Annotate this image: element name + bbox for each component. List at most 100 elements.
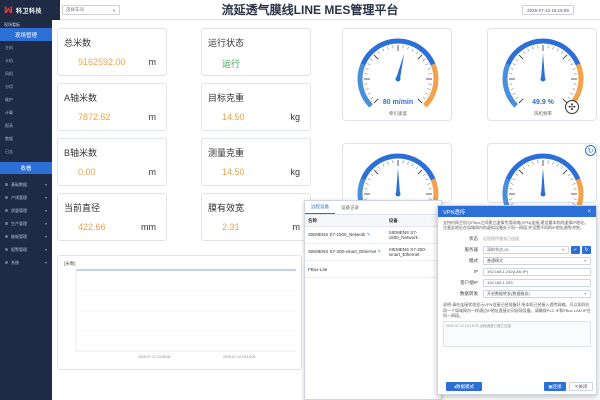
sidebar-menu-label: 系统 bbox=[11, 259, 19, 265]
sidebar-menu[interactable]: 产线管理 ▾ bbox=[0, 191, 52, 204]
vpn-field-input[interactable]: 192.168.1.242(LAN IP) bbox=[483, 267, 591, 276]
gauge-tick bbox=[365, 68, 369, 70]
edit-icon[interactable]: ✎ bbox=[378, 249, 382, 254]
sidebar-item[interactable]: 主机 bbox=[0, 41, 52, 54]
vpn-field-input[interactable]: 开启数据转发(数据服务) ▼ bbox=[483, 289, 591, 298]
sidebar-section-title: 现场看板 bbox=[4, 22, 20, 27]
sidebar-item[interactable]: 分切 bbox=[0, 80, 52, 93]
gauge-tick bbox=[425, 178, 429, 181]
metric-unit: mm bbox=[141, 222, 156, 232]
device-name-cell: SIEMENS S7-200-smart_Ethernet ✎ bbox=[305, 249, 386, 255]
gauge-tick bbox=[377, 51, 380, 55]
gauge-needle bbox=[541, 168, 545, 194]
gauge-tick bbox=[518, 98, 524, 104]
connect-button[interactable]: ▣ 连接 bbox=[544, 382, 566, 391]
metric-card: 测量克重 14.50 kg bbox=[201, 138, 311, 186]
gauge-tick bbox=[370, 58, 374, 61]
menu-dot-icon bbox=[5, 261, 8, 264]
table-row[interactable]: SIEMENS S7-1500_Network ✎ SIEMENS S7-1500… bbox=[305, 227, 441, 244]
remote-table-header: 名称 设备 bbox=[305, 215, 441, 227]
chevron-down-icon: ▾ bbox=[44, 234, 47, 239]
menu-dot-icon bbox=[5, 235, 8, 238]
gauge-tick bbox=[416, 51, 419, 55]
sidebar-menu[interactable]: 生产管理 ▾ bbox=[0, 217, 52, 230]
gauge-tick bbox=[567, 173, 571, 176]
gauge-tick bbox=[427, 68, 431, 70]
gauge-value: 80 m/min bbox=[383, 99, 413, 106]
gauge-tick bbox=[417, 169, 423, 175]
chevron-down-icon: ▾ bbox=[44, 208, 47, 213]
device-cell: SIEMENS S7-1500_Network bbox=[388, 230, 418, 240]
confirm-icon[interactable]: ✓ bbox=[571, 245, 580, 254]
device-name-cell: FBox-Lite bbox=[305, 267, 386, 272]
meter-chart: 2025-07-12 13:59:00 2025-07-12 15:15:00 bbox=[75, 269, 296, 359]
data-mode-label: 数据模式 bbox=[456, 383, 475, 389]
gauge-tick bbox=[562, 54, 568, 60]
column-header: 名称 bbox=[308, 217, 317, 223]
data-mode-button[interactable]: ◂ 数据模式 bbox=[446, 382, 482, 391]
metric-unit: kg bbox=[290, 112, 300, 122]
refresh-icon[interactable]: ↻ bbox=[585, 145, 596, 156]
vpn-field-input[interactable]: 192.168.1.253 bbox=[483, 278, 591, 287]
sidebar-item[interactable]: 卡机 bbox=[0, 54, 52, 67]
metric-value: 14.50 bbox=[222, 112, 245, 122]
sidebar-item[interactable]: 风机 bbox=[0, 67, 52, 80]
workshop-select[interactable]: 选择车间 ▼ bbox=[62, 5, 120, 15]
gauge-tick bbox=[556, 48, 559, 52]
sidebar-item[interactable]: 报表 bbox=[0, 119, 52, 132]
sidebar-menu-label: 产线管理 bbox=[11, 194, 27, 200]
vpn-field-input[interactable]: 普通模式 ▼ bbox=[483, 256, 591, 265]
tab-remote-devices[interactable]: 远程设备 bbox=[305, 201, 335, 214]
metric-unit: m bbox=[148, 167, 157, 177]
workshop-select-value: 选择车间 bbox=[66, 7, 84, 12]
menu-dot-icon bbox=[5, 222, 8, 225]
datetime-display: 2025-07-12 15:15:59 bbox=[522, 5, 574, 15]
gauge-tick bbox=[572, 88, 576, 90]
gauge-hub bbox=[540, 76, 546, 82]
gauge-tick bbox=[417, 54, 423, 60]
gauge-arc bbox=[502, 63, 518, 108]
edit-icon[interactable]: ✎ bbox=[367, 232, 371, 237]
metric-card: 当前直径 422.66 mm bbox=[57, 193, 167, 241]
gauge-tick bbox=[515, 58, 519, 61]
tab-device-records[interactable]: 设备记录 bbox=[335, 202, 365, 214]
device-name: SIEMENS S7-200-smart_Ethernet bbox=[308, 249, 377, 254]
table-row[interactable]: FBox-Lite bbox=[305, 261, 441, 278]
gauge-tick bbox=[407, 161, 409, 165]
menu-dot-icon bbox=[5, 183, 8, 186]
device-name: FBox-Lite bbox=[308, 266, 328, 272]
vpn-log: 2025-07-12 15:15:09 远程通道已建立连接 bbox=[443, 321, 591, 348]
close-icon[interactable]: × bbox=[587, 209, 591, 215]
sidebar-item-active[interactable]: 现场管理 bbox=[0, 28, 52, 41]
close-button[interactable]: ✕ 关闭 bbox=[569, 382, 593, 391]
metric-unit: kg bbox=[290, 167, 300, 177]
vpn-field-row: 数据转发 开启数据转发(数据服务) ▼ bbox=[438, 288, 596, 299]
gauge-value: 49.9 % bbox=[532, 99, 555, 106]
device-name-cell: SIEMENS S7-1500_Network ✎ bbox=[305, 232, 386, 238]
gauge-tick bbox=[515, 173, 519, 176]
sidebar-menu[interactable]: 报警管理 ▾ bbox=[0, 243, 52, 256]
metric-card: 总米数 9162592.00 m bbox=[57, 28, 167, 76]
sidebar-menu[interactable]: 基础数据 ▾ bbox=[0, 178, 52, 191]
sidebar-menu[interactable]: 系统 ▾ bbox=[0, 256, 52, 269]
sidebar-item[interactable]: 维护 bbox=[0, 93, 52, 106]
refresh-icon[interactable]: ↻ bbox=[582, 245, 591, 254]
sidebar-menu[interactable]: 质量管理 ▾ bbox=[0, 204, 52, 217]
vpn-field-input[interactable]: 深圳节点-01 ▼ bbox=[483, 245, 569, 254]
sidebar-item[interactable]: 数据 bbox=[0, 132, 52, 145]
vpn-field-value: 深圳节点-01 bbox=[487, 246, 509, 252]
gauge-card-3 bbox=[342, 143, 452, 223]
vpn-field-label: 服务器 bbox=[464, 246, 479, 252]
gauge-tick bbox=[365, 183, 369, 185]
sidebar-item[interactable]: 日志 bbox=[0, 145, 52, 158]
sidebar-collapse-button[interactable]: 收看 bbox=[0, 162, 52, 174]
sidebar-item[interactable]: 计算 bbox=[0, 106, 52, 119]
metric-value: 2.31 bbox=[222, 222, 240, 232]
gauge-tick bbox=[387, 46, 389, 50]
sidebar-menu-label: 质量管理 bbox=[11, 207, 27, 213]
metric-label: 膜有效宽 bbox=[208, 203, 245, 213]
sidebar-menu[interactable]: 能耗管理 ▾ bbox=[0, 230, 52, 243]
gauge-tick bbox=[422, 173, 426, 176]
table-row[interactable]: SIEMENS S7-200-smart_Ethernet ✎ SIEMENS S… bbox=[305, 244, 441, 261]
metric-label: A轴米数 bbox=[64, 93, 98, 103]
